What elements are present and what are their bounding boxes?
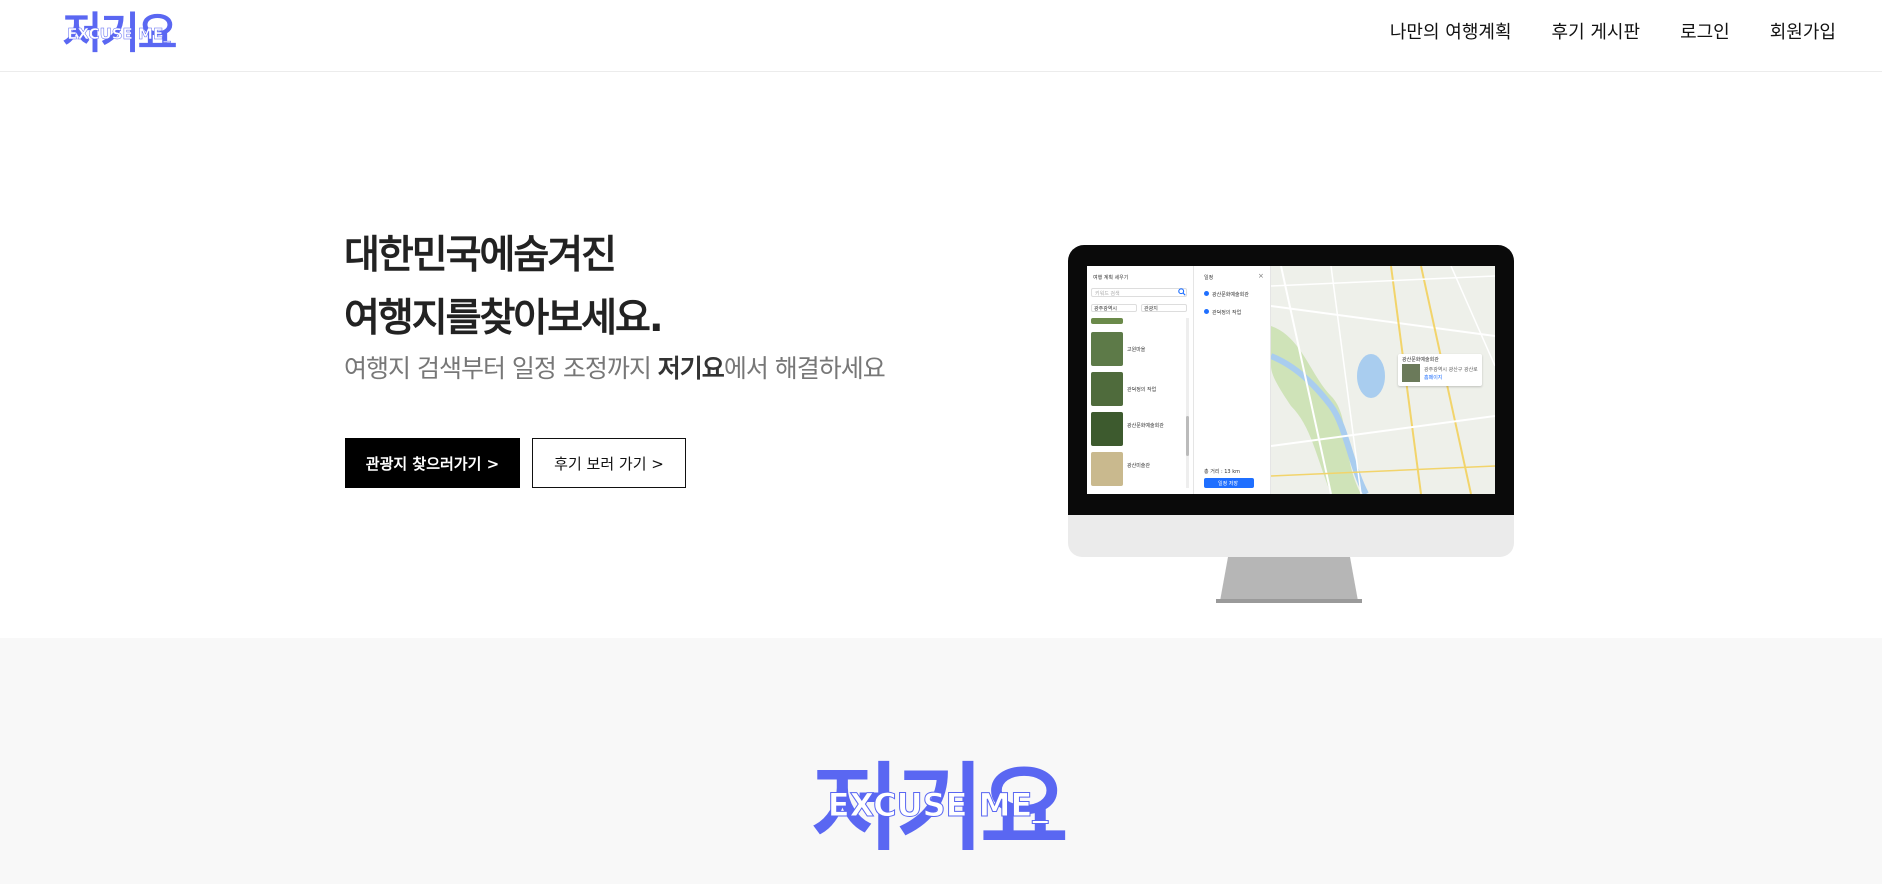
monitor-frame: 여행 계획 세우기 키워드 검색 광주광역시 관광지 고원마을 관덕정의 작업 … [1068,245,1514,515]
monitor-stand [1216,557,1362,603]
screen-place-name: 고원마을 [1127,347,1146,353]
screen-info-title: 광산문화예술회관 [1402,357,1439,363]
screen-place-thumb [1091,318,1123,324]
logo-small[interactable]: 저기요 EXCUSE ME_ [44,10,194,56]
screen-select-type-label: 관광지 [1144,306,1158,312]
hero-title: 대한민국에숨겨진 여행지를찾아보세요. [344,224,664,350]
hero-subtitle-after: 에서 해결하세요 [723,354,886,383]
screen-info-desc: 광주광역시 광산구 광산로 [1424,367,1478,373]
nav-my-travel-plan[interactable]: 나만의 여행계획 [1390,18,1512,44]
hero-title-line1: 대한민국에숨겨진 [344,233,617,278]
screen-place-thumb [1091,412,1123,446]
nav-login[interactable]: 로그인 [1680,18,1730,44]
hero-subtitle-before: 여행지 검색부터 일정 조정까지 [344,354,658,383]
screen-scrollbar-thumb [1186,416,1189,456]
screen-search-placeholder: 키워드 검색 [1095,291,1120,297]
screen-place-name: 광산미술관 [1127,463,1151,469]
screen-map: 광산문화예술회관 광주광역시 광산구 광산로 홈페이지 [1271,266,1495,494]
screen-schedule-marker [1204,291,1209,296]
screen-info-link: 홈페이지 [1424,375,1443,381]
screen-map-info-card: 광산문화예술회관 광주광역시 광산구 광산로 홈페이지 [1398,354,1482,386]
nav-signup[interactable]: 회원가입 [1770,18,1836,44]
screen-schedule-marker [1204,309,1209,314]
monitor-screen: 여행 계획 세우기 키워드 검색 광주광역시 관광지 고원마을 관덕정의 작업 … [1087,266,1495,494]
monitor-illustration: 여행 계획 세우기 키워드 검색 광주광역시 관광지 고원마을 관덕정의 작업 … [1068,245,1514,603]
logo-english-text: EXCUSE ME_ [67,25,171,43]
screen-place-name: 광산문화예술회관 [1127,423,1164,429]
screen-select-region-label: 광주광역시 [1094,306,1118,312]
nav-review-board[interactable]: 후기 게시판 [1552,18,1641,44]
screen-scrollbar [1186,318,1189,488]
screen-schedule-item: 광산문화예술회관 [1212,292,1249,298]
screen-save-label: 일정 저장 [1218,481,1238,487]
hero-subtitle-brand: 저기요 [657,354,725,383]
find-attractions-button[interactable]: 관광지 찾으러가기 > [345,438,520,488]
screen-schedule-pane: 일정 × 광산문화예술회관 관덕정의 작업 총 거리 : 13 km 일정 저장 [1194,266,1271,494]
screen-place-thumb [1091,332,1123,366]
view-reviews-button[interactable]: 후기 보러 가기 > [532,438,686,488]
screen-search-icon [1178,288,1186,296]
hero-title-line2: 여행지를찾아보세요. [344,296,664,341]
logo-large: 저기요 EXCUSE ME_ [812,758,1070,850]
screen-close-icon: × [1258,272,1264,280]
site-header: 저기요 EXCUSE ME_ 나만의 여행계획 후기 게시판 로그인 회원가입 [0,0,1882,72]
hero-section: 대한민국에숨겨진 여행지를찾아보세요. 여행지 검색부터 일정 조정까지 저기요… [0,72,1882,638]
main-nav: 나만의 여행계획 후기 게시판 로그인 회원가입 [1390,0,1836,62]
screen-left-title: 여행 계획 세우기 [1093,275,1129,281]
screen-distance: 총 거리 : 13 km [1204,469,1240,475]
screen-info-thumb [1402,364,1420,382]
screen-search-pane: 여행 계획 세우기 키워드 검색 광주광역시 관광지 고원마을 관덕정의 작업 … [1087,266,1194,494]
monitor-chin [1068,515,1514,557]
brand-section: 저기요 EXCUSE ME_ [0,638,1882,884]
hero-subtitle: 여행지 검색부터 일정 조정까지 저기요에서 해결하세요 [344,349,886,385]
screen-schedule-item: 관덕정의 작업 [1212,310,1242,316]
screen-schedule-title: 일정 [1204,275,1214,281]
screen-place-name: 관덕정의 작업 [1127,387,1157,393]
screen-place-thumb [1091,452,1123,486]
screen-place-thumb [1091,372,1123,406]
logo-large-english-text: EXCUSE ME_ [828,786,1049,824]
